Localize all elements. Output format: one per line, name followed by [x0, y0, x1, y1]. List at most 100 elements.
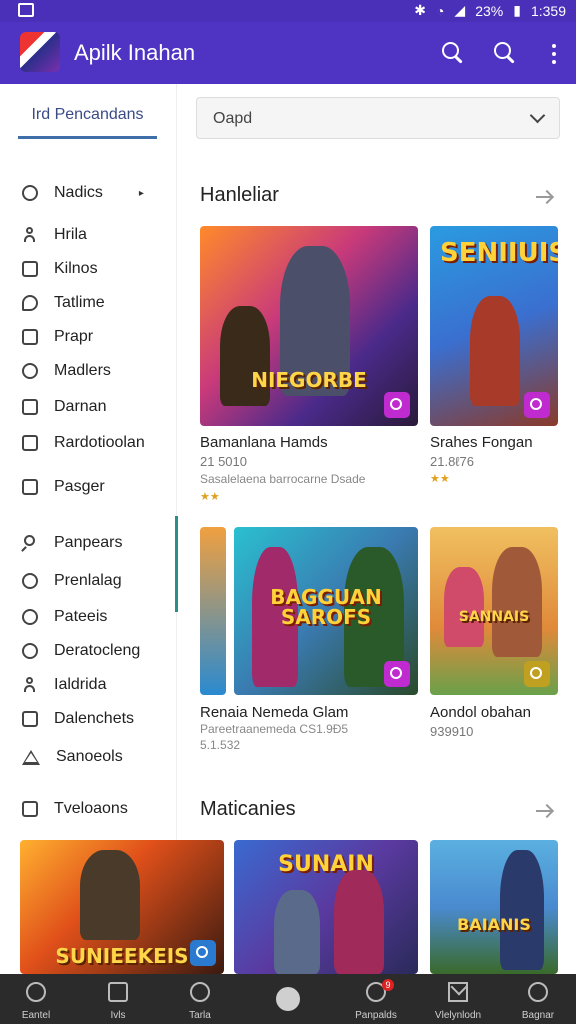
sidebar-item-prenlalag[interactable]: Prenlalag: [22, 572, 122, 590]
sidebar-item-madlers[interactable]: Madlers: [22, 362, 111, 380]
game-art-title: BAIANIS: [457, 915, 531, 934]
bubble-icon: [22, 295, 38, 311]
game-thumbnail-6[interactable]: SUNAIN: [234, 840, 418, 974]
nav-item-home[interactable]: [252, 974, 324, 1024]
game-sub-1: Sasalelaena barrocarne Dsade: [200, 472, 366, 486]
notification-icon: [18, 3, 34, 17]
game-thumbnail-4[interactable]: SANNAIS: [430, 527, 558, 695]
game-thumbnail-1[interactable]: NIEGORBE: [200, 226, 418, 426]
sidebar-tab[interactable]: Ird Pencandans: [18, 106, 157, 139]
app-logo: [20, 32, 60, 72]
nav-item-panpalds[interactable]: 9 Panpalds: [340, 974, 412, 1024]
sidebar-item-label: Tatlime: [54, 294, 105, 311]
sidebar-item-pasger[interactable]: Pasger: [22, 478, 105, 496]
sidebar-item-prapr[interactable]: Prapr: [22, 328, 93, 346]
sidebar-item-darnan[interactable]: Darnan: [22, 398, 106, 416]
sidebar-item-ialdrida[interactable]: Ialdrida: [22, 676, 106, 694]
app-bar: Apilk Inahan: [0, 22, 576, 84]
sidebar-item-label: Dalenchets: [54, 710, 135, 727]
sidebar-item-sanoeols[interactable]: Sanoeols: [22, 748, 123, 766]
game-meta-1: 21 5010: [200, 454, 247, 469]
notification-badge: 9: [382, 979, 394, 991]
square-icon: [22, 329, 38, 345]
section-title-2: Maticanies: [200, 798, 296, 820]
rating-stars-2: ★★: [430, 473, 450, 485]
game-art-title: SANNAIS: [458, 609, 530, 625]
square-icon: [22, 711, 38, 727]
game-thumbnail-partial[interactable]: [200, 527, 226, 695]
sidebar-item-label: Hrila: [54, 226, 87, 243]
sidebar-item-label: Prenlalag: [54, 572, 122, 589]
section-2-arrow-icon[interactable]: [536, 810, 552, 812]
sidebar-item-rardotioolan[interactable]: Rardotioolan: [22, 434, 145, 452]
game-thumbnail-3[interactable]: BAGGUAN SAROFS: [234, 527, 418, 695]
battery-percent: 23%: [475, 2, 504, 19]
bottom-navigation: Eantel Ivls Tarla 9 Panpalds Vlelynlodn …: [0, 974, 576, 1024]
more-menu-icon[interactable]: [552, 44, 556, 64]
square-icon: [22, 435, 38, 451]
game-thumbnail-5[interactable]: SUNIEEKEIS: [20, 840, 224, 974]
sidebar-item-label: Madlers: [54, 362, 111, 379]
nav-item-eantel[interactable]: Eantel: [0, 974, 72, 1024]
nav-item-ivls[interactable]: Ivls: [82, 974, 154, 1024]
game-thumbnail-7[interactable]: BAIANIS: [430, 840, 558, 974]
sidebar-item-dalenchets[interactable]: Dalenchets: [22, 710, 134, 728]
filter-value: Oapd: [213, 110, 253, 127]
signal-icon: ◢: [454, 2, 466, 18]
circle-icon: [22, 363, 38, 379]
nav-item-bagnar[interactable]: Bagnar: [502, 974, 574, 1024]
home-button-icon: [276, 987, 300, 1011]
game-title-3[interactable]: Renaia Nemeda Glam: [200, 704, 348, 721]
app-badge-icon: [190, 940, 216, 966]
person-icon: [22, 677, 38, 693]
nav-item-tarla[interactable]: Tarla: [164, 974, 236, 1024]
game-title-2[interactable]: Srahes Fongan: [430, 434, 533, 451]
sidebar-item-hrila[interactable]: Hrila: [22, 226, 87, 244]
sidebar-item-label: Darnan: [54, 398, 107, 415]
search-button-2[interactable]: [492, 40, 518, 66]
sidebar-item-tveloaons[interactable]: Tveloaons: [22, 800, 128, 818]
section-1-arrow-icon[interactable]: [536, 196, 552, 198]
game-title-1[interactable]: Bamanlana Hamds: [200, 434, 328, 451]
wifi-icon: ◔: [435, 2, 445, 19]
game-art-title: NIEGORBE: [251, 368, 367, 392]
game-thumbnail-2[interactable]: SENIIUIS: [430, 226, 558, 426]
sidebar-item-kilnos[interactable]: Kilnos: [22, 260, 98, 278]
search-icon: [22, 535, 38, 551]
sidebar-item-label: Tveloaons: [54, 800, 128, 817]
sidebar-item-label: Pasger: [54, 478, 105, 495]
rating-stars-1: ★★: [200, 491, 220, 503]
filter-dropdown[interactable]: Oapd: [196, 97, 560, 139]
triangle-icon: [22, 749, 40, 765]
sidebar-item-label: Kilnos: [54, 260, 98, 277]
profile-icon: [528, 982, 548, 1002]
scroll-indicator[interactable]: [175, 516, 178, 612]
mail-icon: [448, 982, 468, 1002]
search-button[interactable]: [440, 40, 466, 66]
nav-label: Bagnar: [521, 1010, 555, 1021]
status-bar: ✱ ◔ ◢ 23% ▮ 1:359: [0, 0, 576, 22]
sidebar-item-tatlime[interactable]: Tatlime: [22, 294, 105, 312]
game-art-title: SUNAIN: [278, 852, 374, 877]
bluetooth-icon: ✱: [414, 2, 426, 18]
nav-label: Panpalds: [355, 1010, 397, 1021]
game-meta-2: 21.8ℓ76: [430, 454, 474, 469]
game-art-title: BAGGUAN SAROFS: [270, 585, 382, 629]
nav-label: Vlelynlodn: [434, 1010, 482, 1021]
sidebar-item-pateeis[interactable]: Pateeis: [22, 608, 107, 626]
sidebar-item-deratocleng[interactable]: Deratocleng: [22, 642, 140, 660]
game-title-4[interactable]: Aondol obahan: [430, 704, 531, 721]
caret-icon: ▸: [138, 187, 144, 199]
app-badge-icon: [524, 661, 550, 687]
sidebar-item-nadics[interactable]: Nadics ▸: [22, 184, 144, 202]
circle-icon: [22, 609, 38, 625]
square-icon: [22, 261, 38, 277]
sidebar-item-panpears[interactable]: Panpears: [22, 534, 123, 552]
app-title: Apilk Inahan: [74, 40, 196, 65]
circle-icon: [22, 573, 38, 589]
nav-item-vlelynlodn[interactable]: Vlelynlodn: [422, 974, 494, 1024]
square-icon: [22, 801, 38, 817]
grid-icon: [108, 982, 128, 1002]
square-icon: [22, 399, 38, 415]
section-title-1: Hanleliar: [200, 184, 279, 206]
